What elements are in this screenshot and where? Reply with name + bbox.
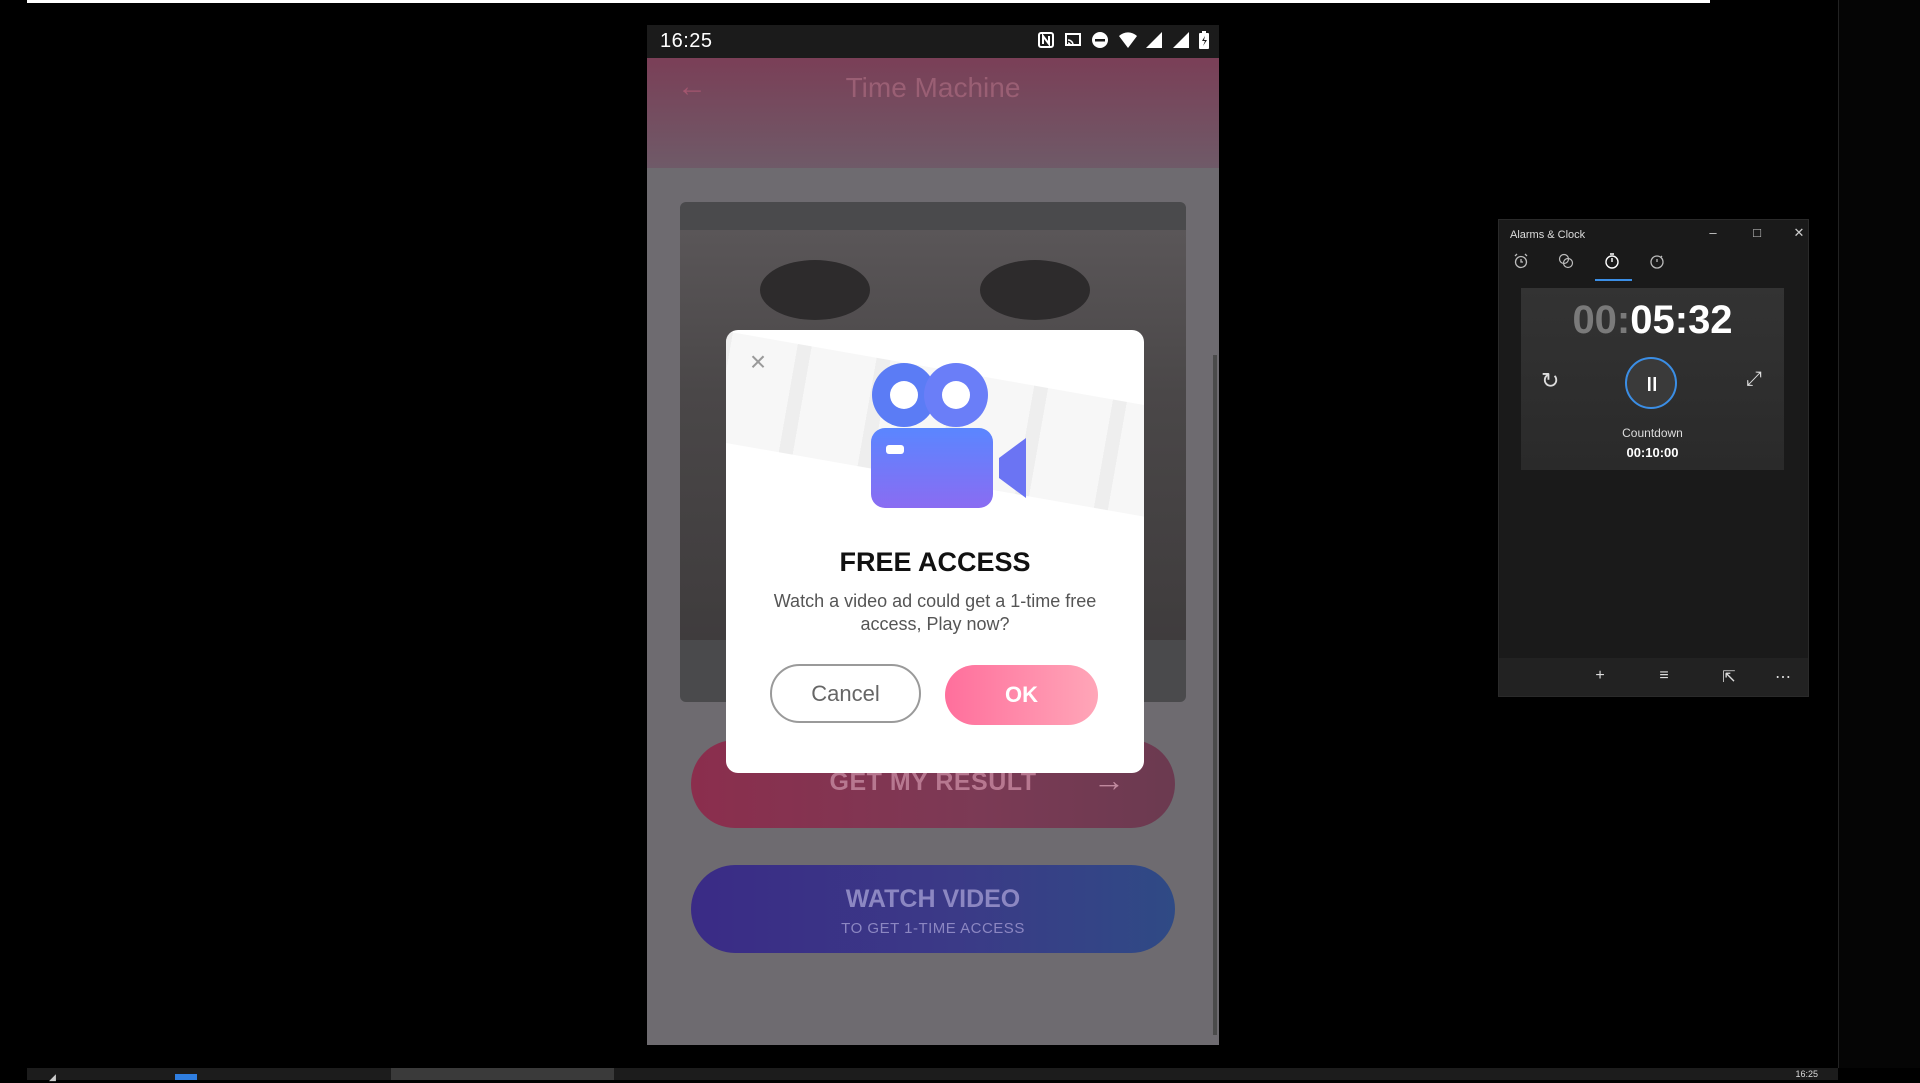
pause-icon	[1648, 377, 1656, 391]
add-icon[interactable]: +	[1589, 667, 1611, 687]
timer-duration: 00:10:00	[1626, 445, 1679, 460]
photo-eye-right	[980, 260, 1090, 320]
pause-button[interactable]	[1625, 357, 1677, 409]
window-title: Alarms & Clock	[1510, 229, 1586, 241]
dialog-message: Watch a video ad could get a 1-time free…	[773, 591, 1097, 634]
top-divider	[27, 0, 1710, 3]
edit-list-icon[interactable]: ≡	[1653, 667, 1675, 687]
app-bar: ← Time Machine	[647, 58, 1219, 168]
right-panel-edge	[1838, 0, 1920, 1068]
watch-video-sublabel: TO GET 1-TIME ACCESS	[841, 920, 1025, 937]
timer-name: Countdown	[1622, 426, 1683, 440]
wifi-icon	[1118, 31, 1137, 49]
watch-video-label: WATCH VIDEO	[845, 885, 1021, 913]
reset-icon[interactable]: ↻	[1541, 368, 1559, 394]
tray-clock[interactable]: 16:25	[1795, 1069, 1818, 1079]
expand-icon[interactable]: ⤢	[1746, 368, 1762, 391]
timer-display: 00:05:32	[1521, 298, 1784, 343]
active-tab-indicator	[1595, 279, 1632, 281]
timer-icon[interactable]	[1600, 253, 1624, 275]
close-window-icon[interactable]: ✕	[1789, 225, 1809, 243]
window-titlebar: Alarms & Clock – □ ✕	[1499, 220, 1808, 250]
taskbar-app-icon[interactable]	[175, 1074, 197, 1080]
nfc-icon	[1037, 31, 1055, 49]
start-icon[interactable]: ◢	[49, 1072, 56, 1083]
alarm-icon[interactable]	[1509, 253, 1533, 275]
signal-icon	[1145, 31, 1163, 49]
status-bar: 16:25	[647, 25, 1219, 58]
cast-icon	[1064, 31, 1082, 49]
cancel-button[interactable]: Cancel	[770, 664, 921, 723]
maximize-icon[interactable]: □	[1747, 225, 1767, 243]
phone-screen: 16:25 ← Time Machine GET MY RESULT → WAT…	[647, 25, 1219, 1045]
alarms-clock-window: Alarms & Clock – □ ✕ 00:05:32 ↻ ⤢ Countd…	[1498, 219, 1809, 697]
signal-icon	[1172, 31, 1190, 49]
app-title: Time Machine	[845, 72, 1021, 103]
status-time: 16:25	[660, 30, 713, 52]
world-clock-icon[interactable]	[1554, 253, 1578, 275]
phone-scrollbar	[1213, 355, 1217, 1035]
clock-command-bar: + ≡ ⇱ ⋯	[1499, 658, 1808, 696]
minimize-icon[interactable]: –	[1703, 225, 1723, 243]
close-icon[interactable]: ×	[744, 348, 772, 376]
watch-video-button[interactable]: WATCH VIDEO TO GET 1-TIME ACCESS	[691, 865, 1175, 953]
taskbar-active-app[interactable]	[391, 1068, 614, 1080]
status-icons	[1037, 31, 1209, 49]
video-camera-icon	[866, 360, 1036, 515]
timer-card[interactable]: 00:05:32 ↻ ⤢ Countdown 00:10:00	[1521, 288, 1784, 470]
stopwatch-icon[interactable]	[1645, 253, 1669, 275]
free-access-dialog: × FREE ACCESS Watch a video ad could get…	[726, 330, 1144, 773]
photo-eye-left	[760, 260, 870, 320]
ok-button[interactable]: OK	[945, 665, 1098, 725]
timer-minutes-seconds: 05:32	[1630, 298, 1733, 342]
taskbar: ◢ 16:25	[27, 1068, 1838, 1083]
clock-tabs	[1499, 250, 1808, 281]
pin-icon[interactable]: ⇱	[1718, 667, 1740, 687]
do-not-disturb-icon	[1091, 31, 1109, 49]
more-icon[interactable]: ⋯	[1772, 667, 1794, 687]
dialog-heading: FREE ACCESS	[839, 547, 1031, 577]
timer-hours: 00:	[1572, 298, 1631, 342]
battery-icon	[1199, 31, 1209, 49]
